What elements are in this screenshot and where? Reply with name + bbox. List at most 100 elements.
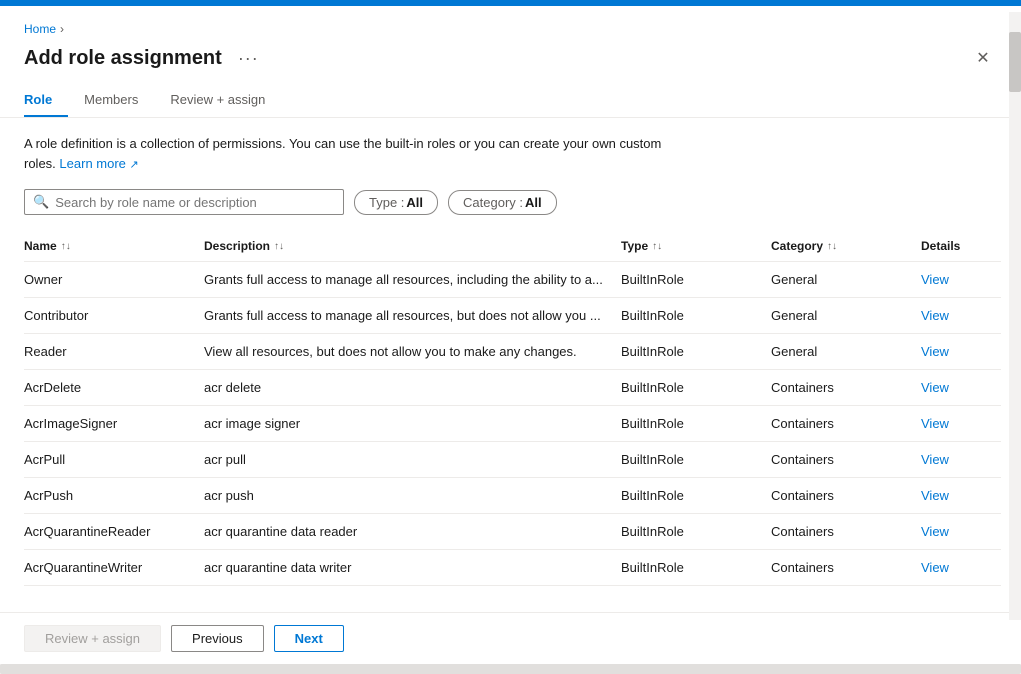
cell-name: Reader: [24, 344, 204, 359]
table-row[interactable]: AcrDelete acr delete BuiltInRole Contain…: [24, 370, 1001, 406]
tab-role[interactable]: Role: [24, 84, 68, 117]
table-row[interactable]: AcrImageSigner acr image signer BuiltInR…: [24, 406, 1001, 442]
cell-type: BuiltInRole: [621, 416, 771, 431]
table-header: Name ↑↓ Description ↑↓ Type ↑↓ Category …: [24, 231, 1001, 262]
breadcrumb: Home ›: [24, 22, 997, 36]
th-category[interactable]: Category ↑↓: [771, 239, 921, 253]
tab-bar: Role Members Review + assign: [24, 84, 997, 117]
cell-type: BuiltInRole: [621, 524, 771, 539]
cell-name: AcrImageSigner: [24, 416, 204, 431]
th-type[interactable]: Type ↑↓: [621, 239, 771, 253]
cell-description: acr pull: [204, 452, 621, 467]
cell-details-view[interactable]: View: [921, 380, 1001, 395]
cell-details-view[interactable]: View: [921, 272, 1001, 287]
table-row[interactable]: AcrQuarantineReader acr quarantine data …: [24, 514, 1001, 550]
cell-description: Grants full access to manage all resourc…: [204, 308, 621, 323]
page-title-row: Add role assignment ··· ✕: [24, 44, 997, 72]
th-details: Details: [921, 239, 1001, 253]
type-filter-label: Type :: [369, 195, 404, 210]
title-area: Add role assignment ···: [24, 46, 265, 71]
cell-type: BuiltInRole: [621, 380, 771, 395]
cell-description: acr push: [204, 488, 621, 503]
next-button[interactable]: Next: [274, 625, 344, 652]
review-assign-button[interactable]: Review + assign: [24, 625, 161, 652]
cell-name: AcrQuarantineWriter: [24, 560, 204, 575]
table-row[interactable]: AcrPull acr pull BuiltInRole Containers …: [24, 442, 1001, 478]
cell-name: AcrDelete: [24, 380, 204, 395]
cell-type: BuiltInRole: [621, 452, 771, 467]
cell-category: Containers: [771, 452, 921, 467]
sort-icon-category: ↑↓: [827, 241, 837, 252]
cell-type: BuiltInRole: [621, 344, 771, 359]
footer: Review + assign Previous Next: [0, 612, 1021, 664]
cell-details-view[interactable]: View: [921, 488, 1001, 503]
th-description[interactable]: Description ↑↓: [204, 239, 621, 253]
table-body: Owner Grants full access to manage all r…: [24, 262, 1001, 586]
cell-category: General: [771, 272, 921, 287]
main-container: Home › Add role assignment ··· ✕ Role Me…: [0, 6, 1021, 664]
sort-icon-type: ↑↓: [652, 241, 662, 252]
panel-header: Home › Add role assignment ··· ✕ Role Me…: [0, 6, 1021, 118]
breadcrumb-home[interactable]: Home: [24, 22, 56, 36]
cell-description: acr image signer: [204, 416, 621, 431]
horizontal-scrollbar-thumb[interactable]: [0, 664, 1021, 674]
cell-details-view[interactable]: View: [921, 416, 1001, 431]
search-box: 🔍: [24, 189, 344, 215]
table-row[interactable]: Reader View all resources, but does not …: [24, 334, 1001, 370]
cell-details-view[interactable]: View: [921, 560, 1001, 575]
cell-category: Containers: [771, 560, 921, 575]
category-filter-value: All: [525, 195, 542, 210]
page-title: Add role assignment: [24, 47, 222, 70]
sort-icon-name: ↑↓: [61, 241, 71, 252]
cell-category: Containers: [771, 488, 921, 503]
tab-review-assign[interactable]: Review + assign: [154, 84, 281, 117]
table-row[interactable]: Contributor Grants full access to manage…: [24, 298, 1001, 334]
cell-category: General: [771, 308, 921, 323]
content-area: A role definition is a collection of per…: [0, 118, 1021, 612]
horizontal-scrollbar-track[interactable]: [0, 664, 1021, 674]
cell-description: acr delete: [204, 380, 621, 395]
cell-category: Containers: [771, 380, 921, 395]
cell-category: General: [771, 344, 921, 359]
cell-category: Containers: [771, 524, 921, 539]
search-icon: 🔍: [33, 194, 49, 210]
cell-description: Grants full access to manage all resourc…: [204, 272, 621, 287]
close-button[interactable]: ✕: [969, 44, 997, 72]
cell-details-view[interactable]: View: [921, 344, 1001, 359]
learn-more-link[interactable]: Learn more ↗: [59, 156, 138, 171]
cell-details-view[interactable]: View: [921, 308, 1001, 323]
category-filter-label: Category :: [463, 195, 523, 210]
tab-members[interactable]: Members: [68, 84, 154, 117]
filters-row: 🔍 Type : All Category : All: [24, 189, 1001, 215]
table-row[interactable]: AcrPush acr push BuiltInRole Containers …: [24, 478, 1001, 514]
cell-name: AcrPull: [24, 452, 204, 467]
cell-name: Contributor: [24, 308, 204, 323]
cell-description: acr quarantine data writer: [204, 560, 621, 575]
cell-name: Owner: [24, 272, 204, 287]
breadcrumb-chevron: ›: [60, 22, 64, 36]
category-filter-button[interactable]: Category : All: [448, 190, 557, 215]
table-row[interactable]: Owner Grants full access to manage all r…: [24, 262, 1001, 298]
sort-icon-description: ↑↓: [274, 241, 284, 252]
previous-button[interactable]: Previous: [171, 625, 264, 652]
cell-details-view[interactable]: View: [921, 524, 1001, 539]
vertical-scrollbar-track[interactable]: [1009, 12, 1021, 620]
type-filter-button[interactable]: Type : All: [354, 190, 438, 215]
th-name[interactable]: Name ↑↓: [24, 239, 204, 253]
cell-category: Containers: [771, 416, 921, 431]
cell-name: AcrQuarantineReader: [24, 524, 204, 539]
cell-type: BuiltInRole: [621, 308, 771, 323]
ellipsis-button[interactable]: ···: [232, 46, 265, 71]
cell-name: AcrPush: [24, 488, 204, 503]
search-input[interactable]: [55, 195, 335, 210]
cell-type: BuiltInRole: [621, 488, 771, 503]
type-filter-value: All: [406, 195, 423, 210]
cell-description: acr quarantine data reader: [204, 524, 621, 539]
vertical-scrollbar-thumb[interactable]: [1009, 32, 1021, 92]
cell-type: BuiltInRole: [621, 272, 771, 287]
cell-description: View all resources, but does not allow y…: [204, 344, 621, 359]
table-row[interactable]: AcrQuarantineWriter acr quarantine data …: [24, 550, 1001, 586]
description-text: A role definition is a collection of per…: [24, 134, 684, 173]
cell-type: BuiltInRole: [621, 560, 771, 575]
cell-details-view[interactable]: View: [921, 452, 1001, 467]
